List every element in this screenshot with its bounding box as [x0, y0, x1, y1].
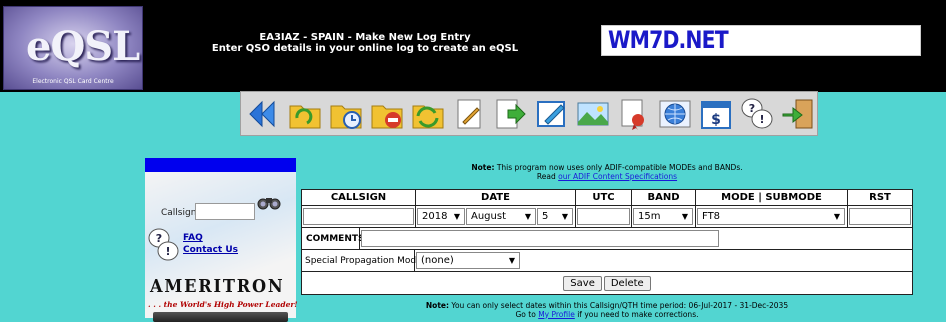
logo-caption: Electronic QSL Card Centre [32, 78, 114, 85]
document-export-icon[interactable] [492, 95, 529, 133]
band-value: 15m [638, 211, 661, 222]
delete-button[interactable]: Delete [603, 275, 651, 291]
callsign-search-input[interactable] [195, 203, 255, 220]
chevron-down-icon: ▼ [508, 256, 515, 265]
folder-sync-icon[interactable] [410, 95, 447, 133]
title-line-1: EA3IAZ - SPAIN - Make New Log Entry [259, 32, 471, 43]
amplifier-image[interactable] [153, 312, 288, 322]
back-double-arrow-icon[interactable] [245, 95, 282, 133]
award-certificate-icon[interactable] [615, 95, 652, 133]
band-select[interactable]: 15m ▼ [633, 208, 693, 225]
note-corrections-text: if you need to make corrections. [574, 309, 699, 319]
date-range-note: Note: You can only select dates within t… [300, 301, 914, 319]
dollar-calendar-icon[interactable]: $ [698, 95, 735, 133]
svg-text:!: ! [760, 113, 765, 126]
day-select[interactable]: 5 ▼ [537, 208, 573, 225]
month-value: August [471, 211, 506, 222]
page-title: EA3IAZ - SPAIN - Make New Log Entry Ente… [200, 32, 530, 54]
ameritron-ad-logo[interactable]: AMERITRON [150, 276, 285, 297]
exit-door-icon[interactable] [780, 95, 817, 133]
note-read-text: Read [536, 172, 559, 181]
sidebar-header-bar [145, 158, 296, 172]
band-header: BAND [632, 190, 696, 205]
banner-ad[interactable]: WM7D.NET [601, 25, 921, 56]
comments-label: COMMENTS [306, 233, 365, 244]
folder-refresh-icon[interactable] [286, 95, 323, 133]
pencil-edit-icon[interactable] [533, 95, 570, 133]
log-entry-form: CALLSIGN DATE UTC BAND MODE | SUBMODE RS… [301, 189, 913, 295]
utc-header: UTC [576, 190, 632, 205]
contact-us-link[interactable]: Contact Us [183, 245, 238, 255]
help-bubbles-icon[interactable]: ?! [739, 95, 776, 133]
globe-icon[interactable] [656, 95, 693, 133]
note-edit-icon[interactable] [451, 95, 488, 133]
sidebar-body: Callsign: ?! FAQ Contact Us AMERITRON . … [145, 172, 298, 322]
comments-row: COMMENTS [302, 228, 912, 250]
my-profile-link[interactable]: My Profile [538, 310, 575, 319]
year-value: 2018 [422, 211, 448, 222]
propagation-row: Special Propagation Mode (none) ▼ [302, 250, 912, 272]
logo-text: eQSL [26, 23, 140, 70]
chevron-down-icon: ▼ [681, 212, 688, 221]
sidebar: Callsign: ?! FAQ Contact Us AMERITRON . … [145, 158, 298, 322]
prop-mode-label: Special Propagation Mode [305, 255, 422, 266]
save-button[interactable]: Save [563, 275, 602, 291]
folder-delete-icon[interactable] [368, 95, 405, 133]
form-input-row: 2018 ▼ August ▼ 5 ▼ 15m ▼ FT8 ▼ [302, 206, 912, 228]
callsign-input[interactable] [303, 208, 414, 225]
ameritron-ad-tagline: . . . the World's High Power Leader! [148, 300, 298, 309]
svg-text:$: $ [711, 112, 721, 128]
mode-select[interactable]: FT8 ▼ [697, 208, 845, 225]
rst-input[interactable] [849, 208, 911, 225]
header: eQSL Electronic QSL Card Centre EA3IAZ -… [0, 0, 946, 92]
date-header: DATE [416, 190, 576, 205]
svg-text:?: ? [156, 232, 162, 245]
note-label: Note: [471, 163, 495, 172]
eqsl-logo[interactable]: eQSL Electronic QSL Card Centre [3, 6, 143, 90]
mode-value: FT8 [702, 211, 721, 222]
help-bubbles-icon[interactable]: ?! [148, 227, 180, 266]
chevron-down-icon: ▼ [524, 212, 531, 221]
binoculars-icon[interactable] [257, 194, 281, 213]
prop-mode-value: (none) [421, 255, 454, 266]
year-select[interactable]: 2018 ▼ [417, 208, 465, 225]
svg-text:!: ! [165, 245, 170, 258]
callsign-search-label: Callsign: [161, 208, 200, 218]
banner-text: WM7D.NET [608, 26, 729, 54]
month-select[interactable]: August ▼ [466, 208, 536, 225]
adif-note: Note: This program now uses only ADIF-co… [300, 163, 914, 181]
form-button-row: Save Delete [302, 272, 912, 294]
faq-link[interactable]: FAQ [183, 233, 203, 243]
rst-header: RST [869, 192, 891, 203]
svg-text:?: ? [749, 102, 755, 115]
form-header-row: CALLSIGN DATE UTC BAND MODE | SUBMODE RS… [302, 190, 912, 206]
folder-clock-icon[interactable] [327, 95, 364, 133]
chevron-down-icon: ▼ [453, 212, 460, 221]
callsign-header: CALLSIGN [302, 190, 416, 205]
note-text: This program now uses only ADIF-compatib… [494, 163, 743, 172]
comments-input[interactable] [361, 230, 719, 247]
day-value: 5 [542, 211, 549, 222]
picture-icon[interactable] [574, 95, 611, 133]
mode-header: MODE | SUBMODE [696, 190, 848, 205]
chevron-down-icon: ▼ [561, 212, 568, 221]
note-label: Note: [425, 301, 449, 310]
toolbar: $ ?! [240, 91, 818, 136]
note-goto-text: Go to [515, 309, 539, 319]
utc-input[interactable] [577, 208, 630, 225]
prop-mode-select[interactable]: (none) ▼ [416, 252, 520, 269]
adif-spec-link[interactable]: our ADIF Content Specifications [558, 172, 677, 181]
chevron-down-icon: ▼ [833, 212, 840, 221]
title-line-2: Enter QSO details in your online log to … [211, 43, 519, 54]
